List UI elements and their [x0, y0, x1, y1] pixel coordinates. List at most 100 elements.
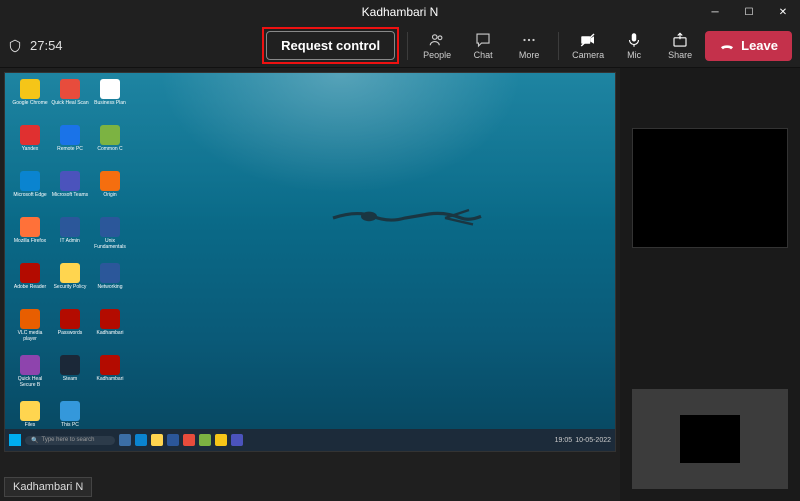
icon-label: Adobe Reader [14, 284, 46, 290]
more-label: More [519, 50, 540, 60]
app-icon [100, 125, 120, 145]
mic-button[interactable]: Mic [613, 31, 655, 60]
timer-text: 27:54 [30, 38, 63, 53]
search-placeholder: Type here to search [41, 437, 94, 443]
app-icon [60, 79, 80, 99]
desktop-icon[interactable]: Quick Heal Secure B [11, 355, 49, 399]
app-icon [60, 309, 80, 329]
icon-label: This PC [61, 422, 79, 428]
app-icon [60, 355, 80, 375]
taskbar-search[interactable]: 🔍 Type here to search [25, 436, 115, 445]
desktop-icon[interactable]: Business Plan [91, 79, 129, 123]
people-button[interactable]: People [416, 31, 458, 60]
icon-label: IT Admin [60, 238, 80, 244]
system-tray[interactable]: 19:05 10-05-2022 [555, 437, 611, 444]
icon-label: Quick Heal Secure B [11, 376, 49, 388]
minimize-button[interactable]: ─ [698, 0, 732, 24]
shared-desktop[interactable]: Google Chrome Quick Heal Scan Business Pla… [4, 72, 616, 452]
icon-label: Kadhambari [97, 330, 124, 336]
call-toolbar: 27:54 Request control People Chat More C… [0, 24, 800, 68]
desktop-icon[interactable]: Kadhambari [91, 355, 129, 399]
request-control-button[interactable]: Request control [266, 31, 395, 60]
shared-screen-area: Google Chrome Quick Heal Scan Business Pla… [0, 68, 620, 501]
close-button[interactable]: ✕ [766, 0, 800, 24]
icon-label: Kadhambari [97, 376, 124, 382]
icon-label: Quick Heal Scan [51, 100, 88, 106]
app-icon [20, 171, 40, 191]
desktop-icon[interactable]: Steam [51, 355, 89, 399]
taskbar-app[interactable] [183, 434, 195, 446]
call-content: Google Chrome Quick Heal Scan Business Pla… [0, 68, 800, 501]
icon-label: Steam [63, 376, 77, 382]
desktop-icon[interactable]: Adobe Reader [11, 263, 49, 307]
app-icon [20, 125, 40, 145]
desktop-icon[interactable]: Mozilla Firefox [11, 217, 49, 261]
chat-button[interactable]: Chat [462, 31, 504, 60]
app-icon [100, 263, 120, 283]
desktop-icon[interactable]: Unix Fundamentals [91, 217, 129, 261]
app-icon [20, 355, 40, 375]
app-icon [20, 79, 40, 99]
icon-label: VLC media player [11, 330, 49, 342]
taskbar-app[interactable] [231, 434, 243, 446]
camera-label: Camera [572, 50, 604, 60]
participant-video-large[interactable] [632, 128, 788, 248]
desktop-icon[interactable]: Microsoft Teams [51, 171, 89, 215]
self-video-container[interactable] [632, 389, 788, 489]
self-video [680, 415, 740, 463]
request-control-highlight: Request control [262, 27, 399, 64]
wallpaper-figure [325, 193, 485, 243]
icon-label: Common C [97, 146, 122, 152]
icon-label: Passwords [58, 330, 82, 336]
taskbar-app[interactable] [151, 434, 163, 446]
desktop-icon[interactable]: Microsoft Edge [11, 171, 49, 215]
icon-label: Google Chrome [12, 100, 47, 106]
taskbar-app[interactable] [135, 434, 147, 446]
icon-label: Business Plan [94, 100, 126, 106]
call-timer: 27:54 [8, 38, 63, 54]
window-title: Kadhambari N [362, 5, 439, 19]
taskbar-app[interactable] [119, 434, 131, 446]
camera-off-icon [579, 31, 597, 49]
leave-button[interactable]: Leave [705, 31, 792, 61]
desktop-icon[interactable]: Networking [91, 263, 129, 307]
share-button[interactable]: Share [659, 31, 701, 60]
icon-label: Origin [103, 192, 116, 198]
desktop-icon[interactable]: Yandex [11, 125, 49, 169]
app-icon [100, 171, 120, 191]
tray-date: 10-05-2022 [575, 437, 611, 444]
desktop-icon[interactable]: IT Admin [51, 217, 89, 261]
maximize-button[interactable]: ☐ [732, 0, 766, 24]
desktop-icon[interactable]: Origin [91, 171, 129, 215]
desktop-icon-grid: Google Chrome Quick Heal Scan Business Pla… [11, 79, 129, 445]
desktop-icon[interactable]: Common C [91, 125, 129, 169]
taskbar-app[interactable] [167, 434, 179, 446]
desktop-icon[interactable]: Google Chrome [11, 79, 49, 123]
desktop-icon[interactable]: Security Policy [51, 263, 89, 307]
app-icon [20, 217, 40, 237]
window-titlebar: Kadhambari N ─ ☐ ✕ [0, 0, 800, 24]
app-icon [100, 217, 120, 237]
share-label: Share [668, 50, 692, 60]
desktop-icon[interactable]: Passwords [51, 309, 89, 353]
app-icon [60, 125, 80, 145]
desktop-icon[interactable]: Quick Heal Scan [51, 79, 89, 123]
presenter-name-tag: Kadhambari N [4, 477, 92, 497]
desktop-icon[interactable]: Kadhambari [91, 309, 129, 353]
app-icon [100, 309, 120, 329]
icon-label: Files [25, 422, 36, 428]
camera-button[interactable]: Camera [567, 31, 609, 60]
taskbar-app[interactable] [215, 434, 227, 446]
app-icon [60, 401, 80, 421]
desktop-icon[interactable]: Remote PC [51, 125, 89, 169]
desktop-icon[interactable]: VLC media player [11, 309, 49, 353]
icon-label: Remote PC [57, 146, 83, 152]
icon-label: Microsoft Teams [52, 192, 88, 198]
shield-icon [8, 38, 22, 54]
start-button[interactable] [9, 434, 21, 446]
app-icon [60, 217, 80, 237]
participant-panel [620, 68, 800, 501]
taskbar-app[interactable] [199, 434, 211, 446]
separator [558, 32, 559, 60]
more-button[interactable]: More [508, 31, 550, 60]
